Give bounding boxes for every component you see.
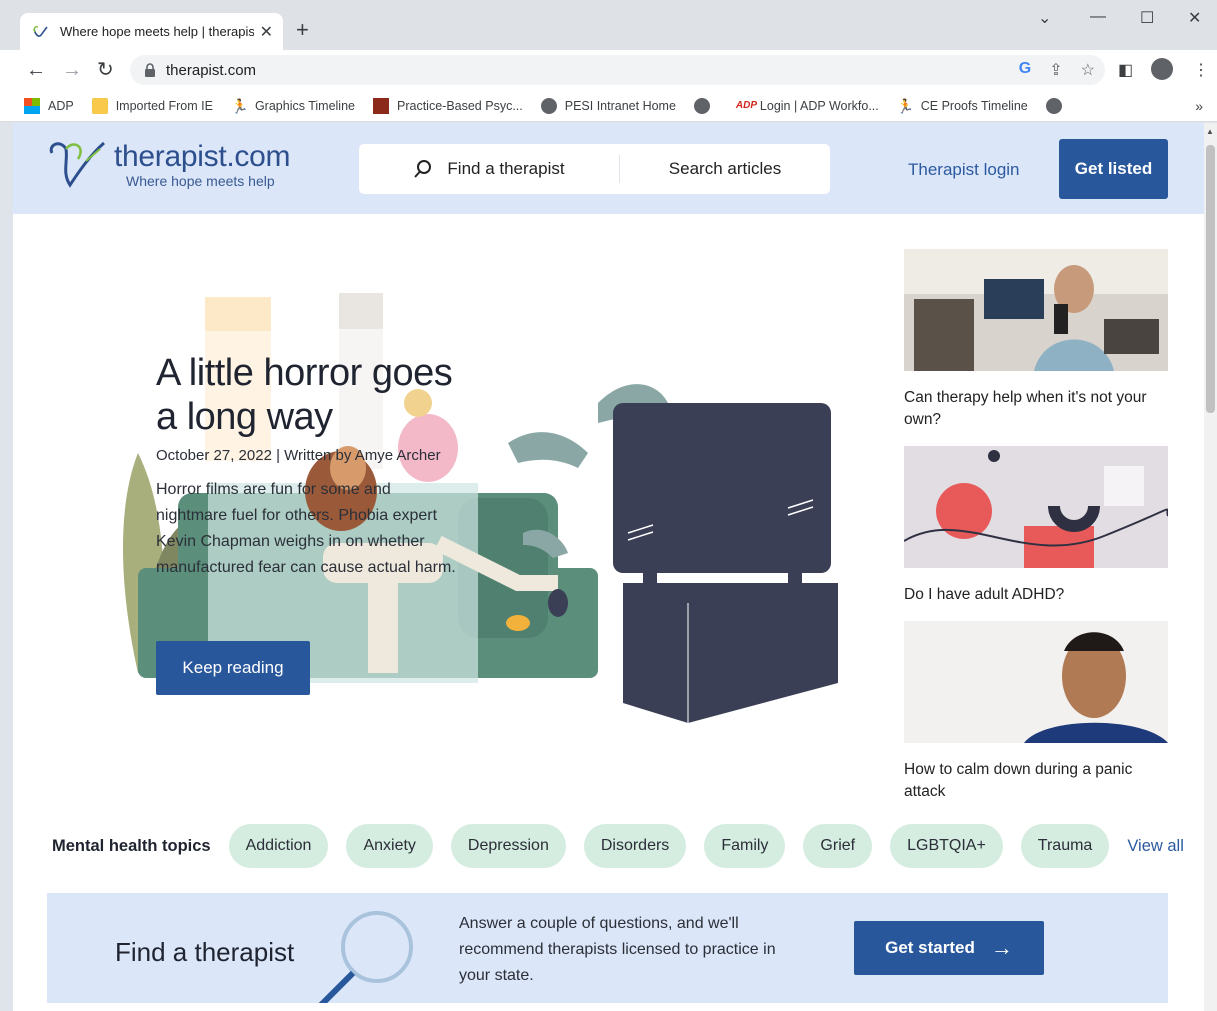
topic-pill-trauma[interactable]: Trauma xyxy=(1020,824,1110,868)
bookmark-pesi-intranet[interactable]: PESI Intranet Home xyxy=(540,97,676,114)
menu-kebab-icon[interactable]: ⋮ xyxy=(1193,60,1209,80)
page-scrollbar[interactable]: ▲ xyxy=(1204,123,1217,1011)
page-viewport: therapist.com Where hope meets help Find… xyxy=(13,123,1204,1011)
tab-title: Where hope meets help | therapist xyxy=(60,24,254,39)
browser-tabstrip: Where hope meets help | therapist ✕ + ⌄ … xyxy=(0,0,1217,50)
get-started-button[interactable]: Get started → xyxy=(854,921,1044,975)
side-article-card[interactable]: Can therapy help when it's not your own? xyxy=(904,249,1168,431)
google-icon[interactable]: G xyxy=(1019,60,1031,80)
site-search-box: Find a therapist Search articles xyxy=(359,144,830,194)
find-banner-text: Answer a couple of questions, and we'll … xyxy=(459,915,776,984)
side-panel-icon[interactable]: ◧ xyxy=(1118,60,1133,80)
reload-icon[interactable]: ↻ xyxy=(97,58,114,82)
tab-search-icon[interactable]: ⌄ xyxy=(1038,8,1051,28)
podcast-woman-image xyxy=(904,249,1168,371)
bookmark-ce-proofs[interactable]: 🏃 CE Proofs Timeline xyxy=(897,98,1028,114)
bookmark-adp[interactable]: ADP xyxy=(24,97,74,114)
topic-pill-family[interactable]: Family xyxy=(704,824,786,868)
globe-icon xyxy=(540,97,557,114)
runner-icon: 🏃 xyxy=(896,97,915,114)
back-icon[interactable]: ← xyxy=(26,58,46,82)
search-articles[interactable]: Search articles xyxy=(620,159,830,179)
close-window-icon[interactable]: ✕ xyxy=(1188,8,1201,28)
bookmark-imported-from-ie[interactable]: Imported From IE xyxy=(91,97,213,114)
bookmark-globe-2[interactable] xyxy=(1045,97,1070,114)
runner-icon: 🏃 xyxy=(230,97,249,114)
hero-text: A little horror goes a long way October … xyxy=(156,351,456,581)
magnifier-icon xyxy=(318,911,413,1003)
book-icon xyxy=(373,97,389,114)
logo-name: therapist.com xyxy=(114,140,291,173)
site-logo[interactable]: therapist.com Where hope meets help xyxy=(46,141,290,193)
therapist-favicon-icon xyxy=(33,25,48,37)
adp-icon: ADP xyxy=(735,99,758,111)
profile-avatar-icon[interactable] xyxy=(1151,58,1173,85)
topic-pill-anxiety[interactable]: Anxiety xyxy=(346,824,433,868)
side-article-caption: Do I have adult ADHD? xyxy=(904,586,1065,603)
minimize-icon[interactable]: — xyxy=(1090,8,1106,26)
topic-pill-depression[interactable]: Depression xyxy=(450,824,566,868)
find-therapist-search[interactable]: Find a therapist xyxy=(359,159,619,179)
bookmark-adp-login[interactable]: ADP Login | ADP Workfo... xyxy=(736,98,879,114)
side-article-card[interactable]: How to calm down during a panic attack xyxy=(904,621,1168,803)
therapist-login-link[interactable]: Therapist login xyxy=(908,160,1020,180)
topic-pill-addiction[interactable]: Addiction xyxy=(228,824,329,868)
bookmark-globe[interactable] xyxy=(693,97,718,114)
hero-description: Horror films are fun for some and nightm… xyxy=(156,481,456,576)
maximize-icon[interactable]: ☐ xyxy=(1140,8,1154,28)
address-bar[interactable]: therapist.com G ⇪ ☆ xyxy=(130,55,1105,85)
lock-icon xyxy=(145,63,155,77)
forward-icon[interactable]: → xyxy=(62,58,82,82)
hero-meta: October 27, 2022 | Written by Amye Arche… xyxy=(156,447,441,464)
scroll-up-icon[interactable]: ▲ xyxy=(1206,127,1214,136)
logo-tagline: Where hope meets help xyxy=(126,173,275,189)
folder-icon xyxy=(91,97,108,114)
get-listed-button[interactable]: Get listed xyxy=(1059,139,1168,199)
browser-tab[interactable]: Where hope meets help | therapist ✕ xyxy=(20,13,283,50)
find-therapist-banner: Find a therapist Answer a couple of ques… xyxy=(47,893,1168,1003)
calm-man-image xyxy=(904,621,1168,743)
bookmark-graphics-timeline[interactable]: 🏃 Graphics Timeline xyxy=(231,98,355,114)
side-article-caption: How to calm down during a panic attack xyxy=(904,761,1133,800)
url-text: therapist.com xyxy=(166,61,257,79)
search-icon xyxy=(414,160,432,178)
side-article-caption: Can therapy help when it's not your own? xyxy=(904,389,1147,428)
view-all-topics-link[interactable]: View all xyxy=(1127,837,1184,856)
keep-reading-button[interactable]: Keep reading xyxy=(156,641,310,695)
globe-icon xyxy=(693,97,710,114)
topic-pill-grief[interactable]: Grief xyxy=(803,824,873,868)
topic-pill-lgbtqia[interactable]: LGBTQIA+ xyxy=(890,824,1003,868)
microsoft-icon xyxy=(24,97,40,114)
bookmark-practice-based[interactable]: Practice-Based Psyc... xyxy=(373,97,523,114)
mental-health-topics: Mental health topics Addiction Anxiety D… xyxy=(52,823,1184,869)
side-article-card[interactable]: Do I have adult ADHD? xyxy=(903,446,1169,606)
new-tab-icon[interactable]: + xyxy=(296,17,309,43)
hero-title[interactable]: A little horror goes a long way xyxy=(156,351,456,439)
heart-logo-icon xyxy=(49,141,105,188)
adhd-illustration-image xyxy=(903,446,1169,568)
bookmarks-bar: ADP Imported From IE 🏃 Graphics Timeline… xyxy=(0,90,1217,122)
topic-pill-disorders[interactable]: Disorders xyxy=(583,824,687,868)
topics-label: Mental health topics xyxy=(52,836,211,855)
bookmark-star-icon[interactable]: ☆ xyxy=(1081,60,1095,80)
find-banner-title: Find a therapist xyxy=(115,937,295,967)
more-bookmarks-icon[interactable]: » xyxy=(1195,98,1203,114)
site-header: therapist.com Where hope meets help Find… xyxy=(13,123,1204,214)
scrollbar-thumb[interactable] xyxy=(1206,145,1215,413)
arrow-right-icon: → xyxy=(990,935,1013,960)
globe-icon xyxy=(1045,97,1062,114)
share-icon[interactable]: ⇪ xyxy=(1049,60,1062,80)
tab-close-icon[interactable]: ✕ xyxy=(260,22,273,42)
browser-toolbar: ← → ↻ therapist.com G ⇪ ☆ ◧ ⋮ xyxy=(0,50,1217,90)
